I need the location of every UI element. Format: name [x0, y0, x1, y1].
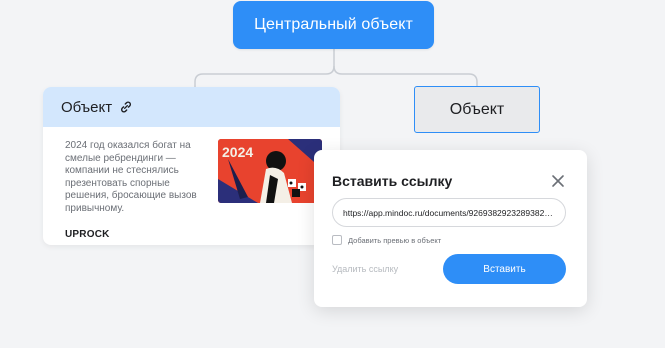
dialog-title: Вставить ссылку	[332, 173, 453, 189]
preview-checkbox[interactable]: Добавить превью в объект	[332, 235, 441, 245]
canvas: Центральный объект Объект 2024 год оказа…	[0, 0, 665, 348]
link-icon[interactable]	[118, 99, 134, 115]
object-card-thumbnail: 2024	[218, 139, 322, 203]
preview-checkbox-label: Добавить превью в объект	[348, 235, 442, 245]
url-input[interactable]	[332, 198, 566, 227]
second-object-node[interactable]: Объект	[414, 86, 540, 133]
object-card[interactable]: Объект 2024 год оказался богат на смелые…	[43, 87, 340, 245]
close-icon[interactable]	[551, 174, 565, 188]
object-card-header: Объект	[43, 87, 340, 127]
thumbnail-text: 2024	[222, 144, 253, 160]
insert-link-dialog: Вставить ссылку Добавить превью в объект…	[314, 150, 587, 307]
object-card-source: UPROCK	[65, 229, 110, 240]
object-card-description: 2024 год оказался богат на смелые ребрен…	[65, 140, 197, 214]
checkbox-icon[interactable]	[332, 235, 342, 245]
insert-button[interactable]: Вставить	[443, 254, 566, 284]
central-object-label: Центральный объект	[254, 16, 413, 33]
remove-link-button[interactable]: Удалить ссылку	[332, 264, 398, 274]
second-object-label: Объект	[449, 100, 505, 118]
object-card-title: Объект	[61, 98, 113, 116]
central-object-node[interactable]: Центральный объект	[233, 1, 434, 49]
object-card-body: 2024 год оказался богат на смелые ребрен…	[43, 127, 340, 240]
